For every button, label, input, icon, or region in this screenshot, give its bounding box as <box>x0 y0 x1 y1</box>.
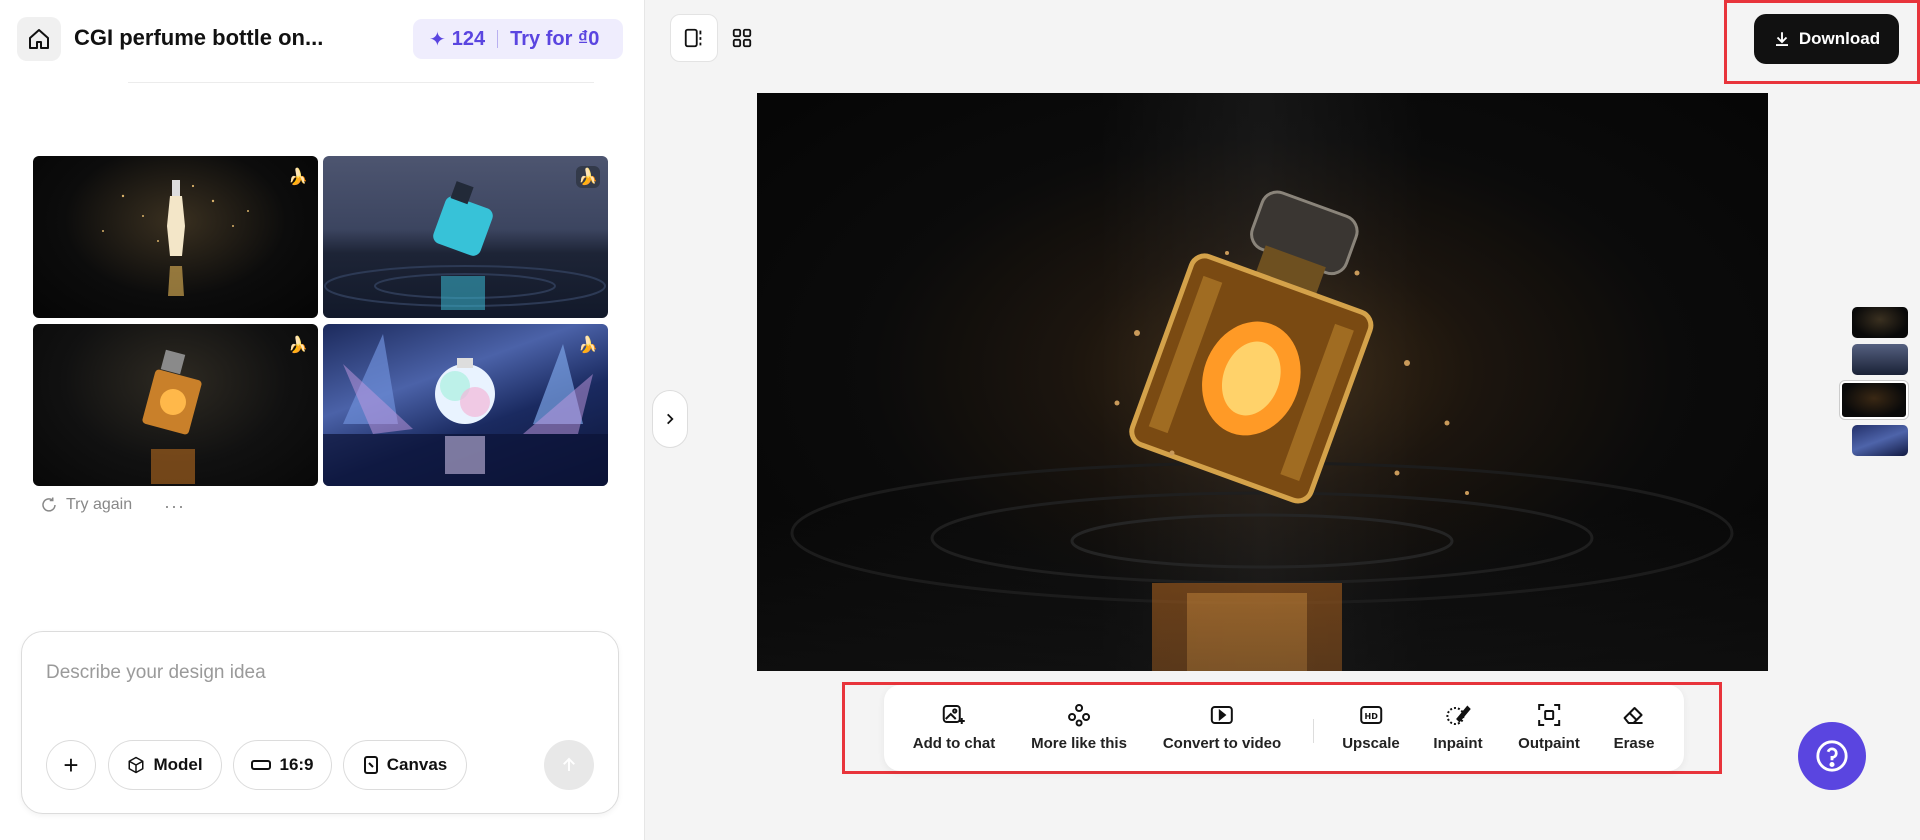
tool-label: Upscale <box>1342 735 1400 752</box>
model-selector[interactable]: Model <box>108 740 222 790</box>
prompt-input[interactable]: Describe your design idea <box>46 662 266 684</box>
filmstrip-thumbnail-1[interactable] <box>1852 307 1908 338</box>
video-play-icon <box>1208 703 1236 727</box>
home-button[interactable] <box>17 17 61 61</box>
project-title[interactable]: CGI perfume bottle on... <box>74 25 323 51</box>
erase-button[interactable]: Erase <box>1613 703 1655 752</box>
tool-label: Add to chat <box>912 735 996 752</box>
model-label: Model <box>153 755 203 774</box>
more-options-button[interactable]: ··· <box>164 496 185 517</box>
divider <box>128 82 594 83</box>
image-actions-toolbar: Add to chat More like this Convert to vi… <box>884 685 1684 771</box>
credits-badge[interactable]: ✦ 124 Try for ₫0 <box>413 19 623 59</box>
divider <box>1313 719 1314 743</box>
canvas-icon <box>363 756 378 774</box>
refresh-icon <box>42 497 56 512</box>
arrow-up-icon <box>563 757 575 771</box>
aspect-ratio-selector[interactable]: 16:9 <box>233 740 332 790</box>
download-icon <box>1775 32 1788 46</box>
banana-icon: 🍌 <box>576 166 600 188</box>
tool-label: Outpaint <box>1518 735 1580 752</box>
prompt-composer: Describe your design idea + Model 16:9 C… <box>21 631 619 814</box>
more-like-this-button[interactable]: More like this <box>1031 703 1127 752</box>
download-label: Download <box>1798 29 1881 48</box>
filmstrip-thumbnail-3-selected[interactable] <box>1839 380 1909 420</box>
expand-frame-icon <box>1535 703 1563 727</box>
hd-icon: HD <box>1357 703 1385 727</box>
attach-button[interactable]: + <box>46 740 96 790</box>
eraser-icon <box>1620 703 1648 727</box>
try-again-button[interactable]: Try again <box>40 496 132 514</box>
chat-panel: CGI perfume bottle on... ✦ 124 Try for ₫… <box>0 0 645 840</box>
divider <box>497 30 499 48</box>
expand-panel-button[interactable] <box>652 390 688 448</box>
panel-view-icon <box>684 28 702 48</box>
download-button[interactable]: Download <box>1754 14 1899 64</box>
perfume-image-iridescent <box>323 334 608 486</box>
try-free-link[interactable]: Try for ₫0 <box>510 28 599 51</box>
cube-icon <box>128 756 144 774</box>
chevron-right-icon <box>667 413 674 425</box>
perfume-image-amber <box>142 349 202 484</box>
tool-label: More like this <box>1031 735 1127 752</box>
tool-label: Convert to video <box>1162 735 1282 752</box>
perfume-image-gold <box>102 180 249 296</box>
tool-label: Erase <box>1613 735 1655 752</box>
result-thumbnail-3[interactable]: 🍌 <box>33 324 318 486</box>
tool-label: Inpaint <box>1433 735 1483 752</box>
result-thumbnail-2[interactable]: 🍌 <box>323 156 608 318</box>
banana-icon: 🍌 <box>288 169 308 186</box>
grid-icon <box>732 28 752 48</box>
brush-icon <box>1444 703 1472 727</box>
convert-to-video-button[interactable]: Convert to video <box>1163 703 1281 752</box>
banana-icon: 🍌 <box>578 337 598 354</box>
send-button[interactable] <box>544 740 594 790</box>
banana-icon: 🍌 <box>288 337 308 354</box>
canvas-label: Canvas <box>386 755 448 774</box>
inpaint-button[interactable]: Inpaint <box>1433 703 1483 752</box>
svg-text:HD: HD <box>1364 712 1378 721</box>
help-button[interactable] <box>1798 722 1866 790</box>
perfume-image-teal <box>324 181 606 310</box>
try-again-label: Try again <box>66 496 133 513</box>
variations-icon <box>1065 703 1093 727</box>
ratio-label: 16:9 <box>279 755 314 774</box>
canvas-selector[interactable]: Canvas <box>343 740 467 790</box>
upscale-button[interactable]: HD Upscale <box>1342 703 1400 752</box>
filmstrip-thumbnail-2[interactable] <box>1852 344 1908 375</box>
add-to-chat-button[interactable]: Add to chat <box>912 703 996 752</box>
single-view-toggle[interactable] <box>670 14 718 62</box>
water-surface <box>757 511 1768 671</box>
help-icon <box>1816 740 1848 772</box>
ratio-icon <box>251 760 272 770</box>
result-thumbnail-1[interactable]: 🍌 <box>33 156 318 318</box>
sparkle-icon: ✦ <box>429 28 446 51</box>
image-add-icon <box>940 703 968 727</box>
home-icon <box>29 29 49 49</box>
credits-count: 124 <box>451 27 486 50</box>
result-thumbnail-4[interactable]: 🍌 <box>323 324 608 486</box>
filmstrip-thumbnail-4[interactable] <box>1852 425 1908 456</box>
plus-icon: + <box>63 749 79 780</box>
outpaint-button[interactable]: Outpaint <box>1518 703 1580 752</box>
main-image-preview[interactable] <box>757 93 1768 671</box>
grid-view-toggle[interactable] <box>726 22 758 54</box>
